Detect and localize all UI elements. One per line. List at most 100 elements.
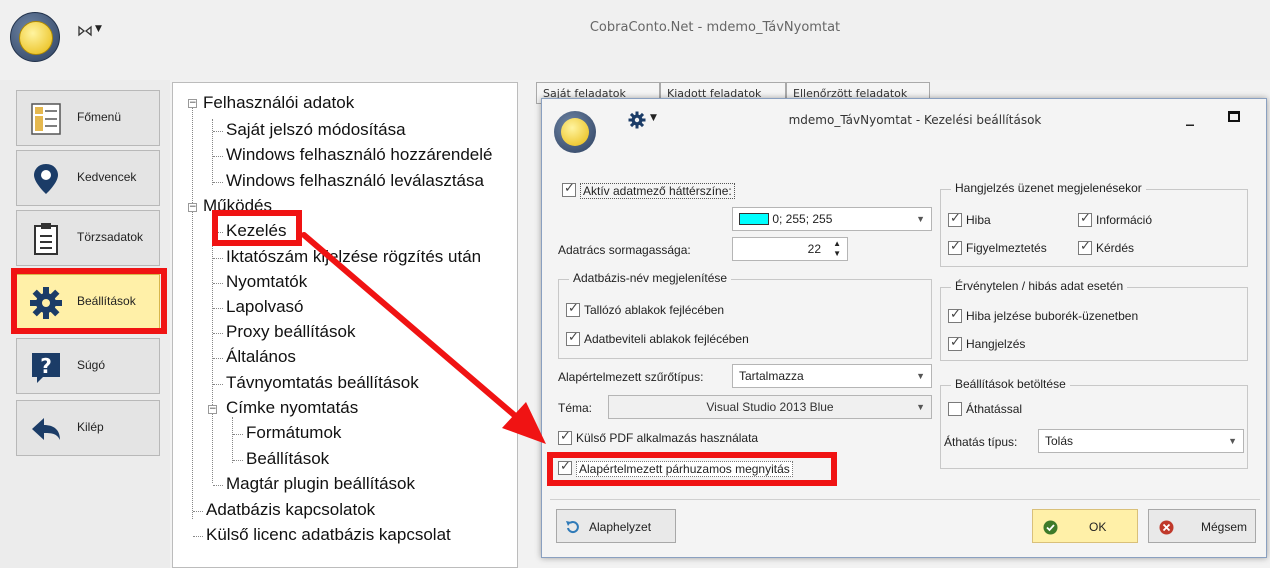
external-pdf-label: Külső PDF alkalmazás használata — [576, 431, 759, 445]
tree-connector — [213, 131, 223, 132]
nav-button-fomenu[interactable]: Főmenü — [16, 90, 160, 146]
filter-type-label: Alapértelmezett szűrőtípus: — [558, 370, 704, 384]
color-swatch — [739, 213, 769, 225]
tree-item[interactable]: Windows felhasználó hozzárendelé — [226, 145, 493, 165]
load-settings-group: Beállítások betöltése — [940, 377, 1248, 469]
back-arrow-icon — [32, 418, 60, 440]
active-bg-checkbox[interactable] — [562, 181, 576, 197]
tree-collapse-icon[interactable]: − — [188, 203, 197, 212]
main-menu-icon — [31, 103, 61, 135]
transparency-label: Áthatással — [966, 402, 1023, 416]
tree-connector — [213, 358, 223, 359]
tree-guide-mukodes — [212, 215, 213, 483]
tree-guide-cimke — [232, 417, 233, 463]
chevron-down-icon: ▼ — [916, 214, 925, 224]
tree-item[interactable]: Távnyomtatás beállítások — [226, 373, 419, 393]
tree-collapse-icon[interactable]: − — [188, 99, 197, 108]
tree-item[interactable]: Nyomtatók — [226, 272, 307, 292]
nav-button-kilep[interactable]: Kilép — [16, 400, 160, 456]
nav-label-sugo: Súgó — [77, 358, 106, 372]
ok-button[interactable]: OK — [1032, 509, 1138, 543]
nav-button-sugo[interactable]: ? Súgó — [16, 338, 160, 394]
db-name-group-title: Adatbázis-név megjelenítése — [569, 271, 732, 285]
nav-label-torzsadatok: Törzsadatok — [77, 230, 144, 244]
filter-type-value: Tartalmazza — [739, 369, 804, 383]
tree-item[interactable]: Lapolvasó — [226, 297, 304, 317]
chevron-down-icon: ▼ — [916, 371, 925, 381]
tree-item[interactable]: Windows felhasználó leválasztása — [226, 171, 484, 191]
browse-header-label: Tallózó ablakok fejlécében — [584, 303, 725, 317]
help-icon: ? — [32, 353, 60, 383]
sound-warning-label: Figyelmeztetés — [966, 241, 1047, 255]
row-height-spinner[interactable]: 22 ▲ ▼ — [732, 237, 848, 261]
transparency-type-dropdown[interactable]: Tolás ▼ — [1038, 429, 1244, 453]
sound-group: Hangjelzés üzenet megjelenésekor — [940, 181, 1248, 267]
nav-button-kedvencek[interactable]: Kedvencek — [16, 150, 160, 206]
settings-dialog: ▼ mdemo_TávNyomtat - Kezelési beállításo… — [541, 98, 1267, 558]
maximize-button[interactable] — [1228, 111, 1240, 122]
tree-item[interactable]: Proxy beállítások — [226, 322, 355, 342]
invalid-sound-label: Hangjelzés — [966, 337, 1026, 351]
tree-item[interactable]: Adatbázis kapcsolatok — [206, 500, 375, 520]
window-title: CobraConto.Net - mdemo_TávNyomtat — [589, 20, 841, 35]
reset-label: Alaphelyzet — [589, 520, 652, 534]
ok-label: OK — [1089, 520, 1107, 534]
tree-connector — [193, 536, 203, 537]
transparency-checkbox[interactable] — [948, 402, 962, 416]
sound-error-label: Hiba — [966, 213, 991, 227]
tree-collapse-icon[interactable]: − — [208, 405, 217, 414]
tree-connector — [213, 333, 223, 334]
invalid-bubble-checkbox[interactable] — [948, 307, 962, 323]
tree-item[interactable]: Beállítások — [246, 449, 329, 469]
clipboard-icon — [34, 223, 58, 255]
transparency-type-label: Áthatás típus: — [944, 435, 1018, 449]
transparency-type-value: Tolás — [1045, 434, 1074, 448]
tree-item[interactable]: Felhasználói adatok — [203, 93, 354, 113]
tree-connector — [213, 258, 223, 259]
tree-connector — [213, 283, 223, 284]
entry-header-checkbox[interactable] — [566, 330, 580, 346]
tree-item[interactable]: Címke nyomtatás — [226, 398, 358, 418]
tree-connector — [213, 384, 223, 385]
reset-button[interactable]: Alaphelyzet — [556, 509, 676, 543]
cancel-label: Mégsem — [1201, 520, 1248, 534]
invalid-sound-checkbox[interactable] — [948, 335, 962, 351]
tree-guide-user — [212, 119, 213, 185]
spinner-arrows-icon[interactable]: ▲ ▼ — [833, 239, 841, 259]
color-picker[interactable]: 0; 255; 255 ▼ — [732, 207, 932, 231]
nav-button-torzsadatok[interactable]: Törzsadatok — [16, 210, 160, 266]
sound-question-checkbox[interactable] — [1078, 239, 1092, 255]
minimize-button[interactable]: _ — [1186, 107, 1202, 126]
tree-item[interactable]: Saját jelszó módosítása — [226, 120, 406, 140]
sound-info-label: Információ — [1096, 213, 1153, 227]
theme-dropdown[interactable]: Visual Studio 2013 Blue ▼ — [608, 395, 932, 419]
db-name-group: Adatbázis-név megjelenítése — [558, 271, 932, 359]
filter-type-dropdown[interactable]: Tartalmazza ▼ — [732, 364, 932, 388]
cancel-circle-icon — [1159, 520, 1174, 535]
title-bar: ▼ CobraConto.Net - mdemo_TávNyomtat — [0, 0, 1270, 80]
cancel-button[interactable]: Mégsem — [1148, 509, 1256, 543]
tree-item[interactable]: Magtár plugin beállítások — [226, 474, 415, 494]
theme-label: Téma: — [558, 401, 593, 415]
highlight-box-kezeles — [212, 210, 302, 246]
svg-text:?: ? — [40, 354, 52, 378]
check-circle-icon — [1043, 520, 1058, 535]
invalid-bubble-label: Hiba jelzése buborék-üzenetben — [966, 309, 1139, 323]
tree-item[interactable]: Általános — [226, 347, 296, 367]
tree-item[interactable]: Formátumok — [246, 423, 341, 443]
tree-item[interactable]: Külső licenc adatbázis kapcsolat — [206, 525, 451, 545]
sound-info-checkbox[interactable] — [1078, 211, 1092, 227]
footer-divider — [550, 499, 1260, 500]
nav-label-kedvencek: Kedvencek — [77, 170, 137, 184]
sound-warning-checkbox[interactable] — [948, 239, 962, 255]
highlight-box-parallel-open — [547, 452, 837, 486]
external-pdf-checkbox[interactable] — [558, 429, 572, 445]
tree-item[interactable]: Iktatószám kijelzése rögzítés után — [226, 247, 481, 267]
nav-label-fomenu: Főmenü — [77, 110, 122, 124]
sound-error-checkbox[interactable] — [948, 211, 962, 227]
invalid-data-group-title: Érvénytelen / hibás adat esetén — [951, 279, 1128, 293]
tree-connector — [213, 156, 223, 157]
browse-header-checkbox[interactable] — [566, 301, 580, 317]
settings-tree[interactable]: − Felhasználói adatok Saját jelszó módos… — [172, 82, 518, 568]
tree-connector — [213, 308, 223, 309]
